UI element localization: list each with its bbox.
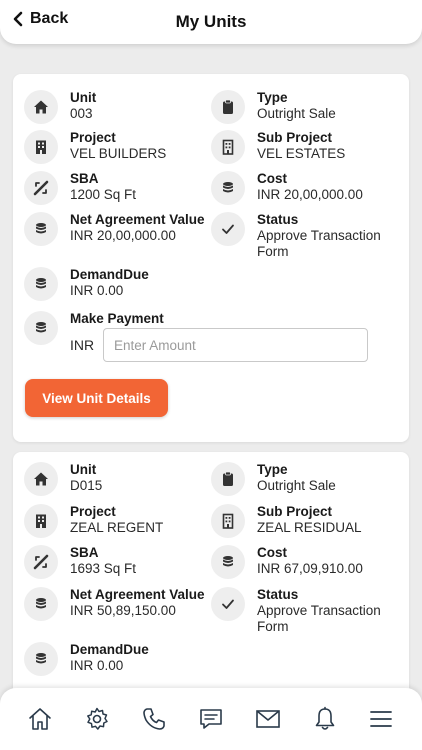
make-payment-label: Make Payment xyxy=(70,311,164,326)
sub-project-label: Sub Project xyxy=(257,504,333,519)
cost-label: Cost xyxy=(257,171,287,186)
cost-value: INR 67,09,910.00 xyxy=(257,561,363,576)
coins-icon xyxy=(211,545,245,579)
chat-icon xyxy=(200,709,222,729)
net-agreement-value: INR 50,89,150.00 xyxy=(70,603,176,618)
status-label: Status xyxy=(257,587,299,602)
page-title: My Units xyxy=(175,12,247,31)
coins-icon xyxy=(24,267,58,301)
area-icon xyxy=(24,545,58,579)
net-agreement-label: Net Agreement Value xyxy=(70,212,205,227)
nav-menu-button[interactable] xyxy=(364,702,398,736)
nav-notifications-button[interactable] xyxy=(308,702,342,736)
building-outline-icon xyxy=(211,130,245,164)
status-value: Approve Transaction Form xyxy=(257,228,381,259)
home-icon xyxy=(24,90,58,124)
building-outline-icon xyxy=(211,504,245,538)
type-label: Type xyxy=(257,462,288,477)
status-value: Approve Transaction Form xyxy=(257,603,381,634)
check-icon xyxy=(211,212,245,246)
coins-icon xyxy=(211,171,245,205)
demand-due-value: INR 0.00 xyxy=(70,283,124,298)
currency-label: INR xyxy=(70,337,95,353)
unit-value: 003 xyxy=(70,106,93,121)
project-label: Project xyxy=(70,130,116,145)
clipboard-icon xyxy=(211,462,245,496)
status-label: Status xyxy=(257,212,299,227)
project-value: VEL BUILDERS xyxy=(70,146,167,161)
bottom-nav xyxy=(0,688,422,750)
cost-label: Cost xyxy=(257,545,287,560)
demand-due-value: INR 0.00 xyxy=(70,658,124,673)
sba-value: 1693 Sq Ft xyxy=(70,561,137,576)
mail-icon xyxy=(255,710,280,728)
cost-value: INR 20,00,000.00 xyxy=(257,187,363,202)
building-icon xyxy=(24,504,58,538)
net-agreement-value: INR 20,00,000.00 xyxy=(70,228,176,243)
app-header: Back My Units xyxy=(0,0,422,44)
project-value: ZEAL REGENT xyxy=(70,520,164,535)
unit-label: Unit xyxy=(70,90,97,105)
sba-value: 1200 Sq Ft xyxy=(70,187,137,202)
nav-mail-button[interactable] xyxy=(251,702,285,736)
unit-card: Unit 003 Type Outright Sale Project VEL … xyxy=(13,74,409,442)
project-label: Project xyxy=(70,504,116,519)
amount-input[interactable] xyxy=(103,328,368,362)
sba-label: SBA xyxy=(70,171,99,186)
nav-phone-button[interactable] xyxy=(137,702,171,736)
bell-icon xyxy=(315,706,334,730)
sub-project-value: ZEAL RESIDUAL xyxy=(257,520,362,535)
unit-label: Unit xyxy=(70,462,97,477)
home-icon xyxy=(24,462,58,496)
phone-icon xyxy=(143,708,165,730)
coins-icon xyxy=(24,587,58,621)
net-agreement-label: Net Agreement Value xyxy=(70,587,205,602)
clipboard-icon xyxy=(211,90,245,124)
demand-due-label: DemandDue xyxy=(70,642,149,657)
building-icon xyxy=(24,130,58,164)
type-value: Outright Sale xyxy=(257,478,336,493)
check-icon xyxy=(211,587,245,621)
sub-project-label: Sub Project xyxy=(257,130,333,145)
nav-chat-button[interactable] xyxy=(194,702,228,736)
unit-value: D015 xyxy=(70,478,103,493)
sub-project-value: VEL ESTATES xyxy=(257,146,346,161)
sba-label: SBA xyxy=(70,545,99,560)
view-unit-details-button[interactable]: View Unit Details xyxy=(25,379,168,417)
demand-due-label: DemandDue xyxy=(70,267,149,282)
coins-icon xyxy=(24,311,58,345)
area-icon xyxy=(24,171,58,205)
type-value: Outright Sale xyxy=(257,106,336,121)
settings-icon xyxy=(87,707,109,730)
menu-icon xyxy=(370,711,393,727)
nav-settings-button[interactable] xyxy=(80,702,114,736)
coins-icon xyxy=(24,212,58,246)
nav-home-button[interactable] xyxy=(23,702,57,736)
type-label: Type xyxy=(257,90,288,105)
home-icon xyxy=(29,708,52,730)
coins-icon xyxy=(24,642,58,676)
